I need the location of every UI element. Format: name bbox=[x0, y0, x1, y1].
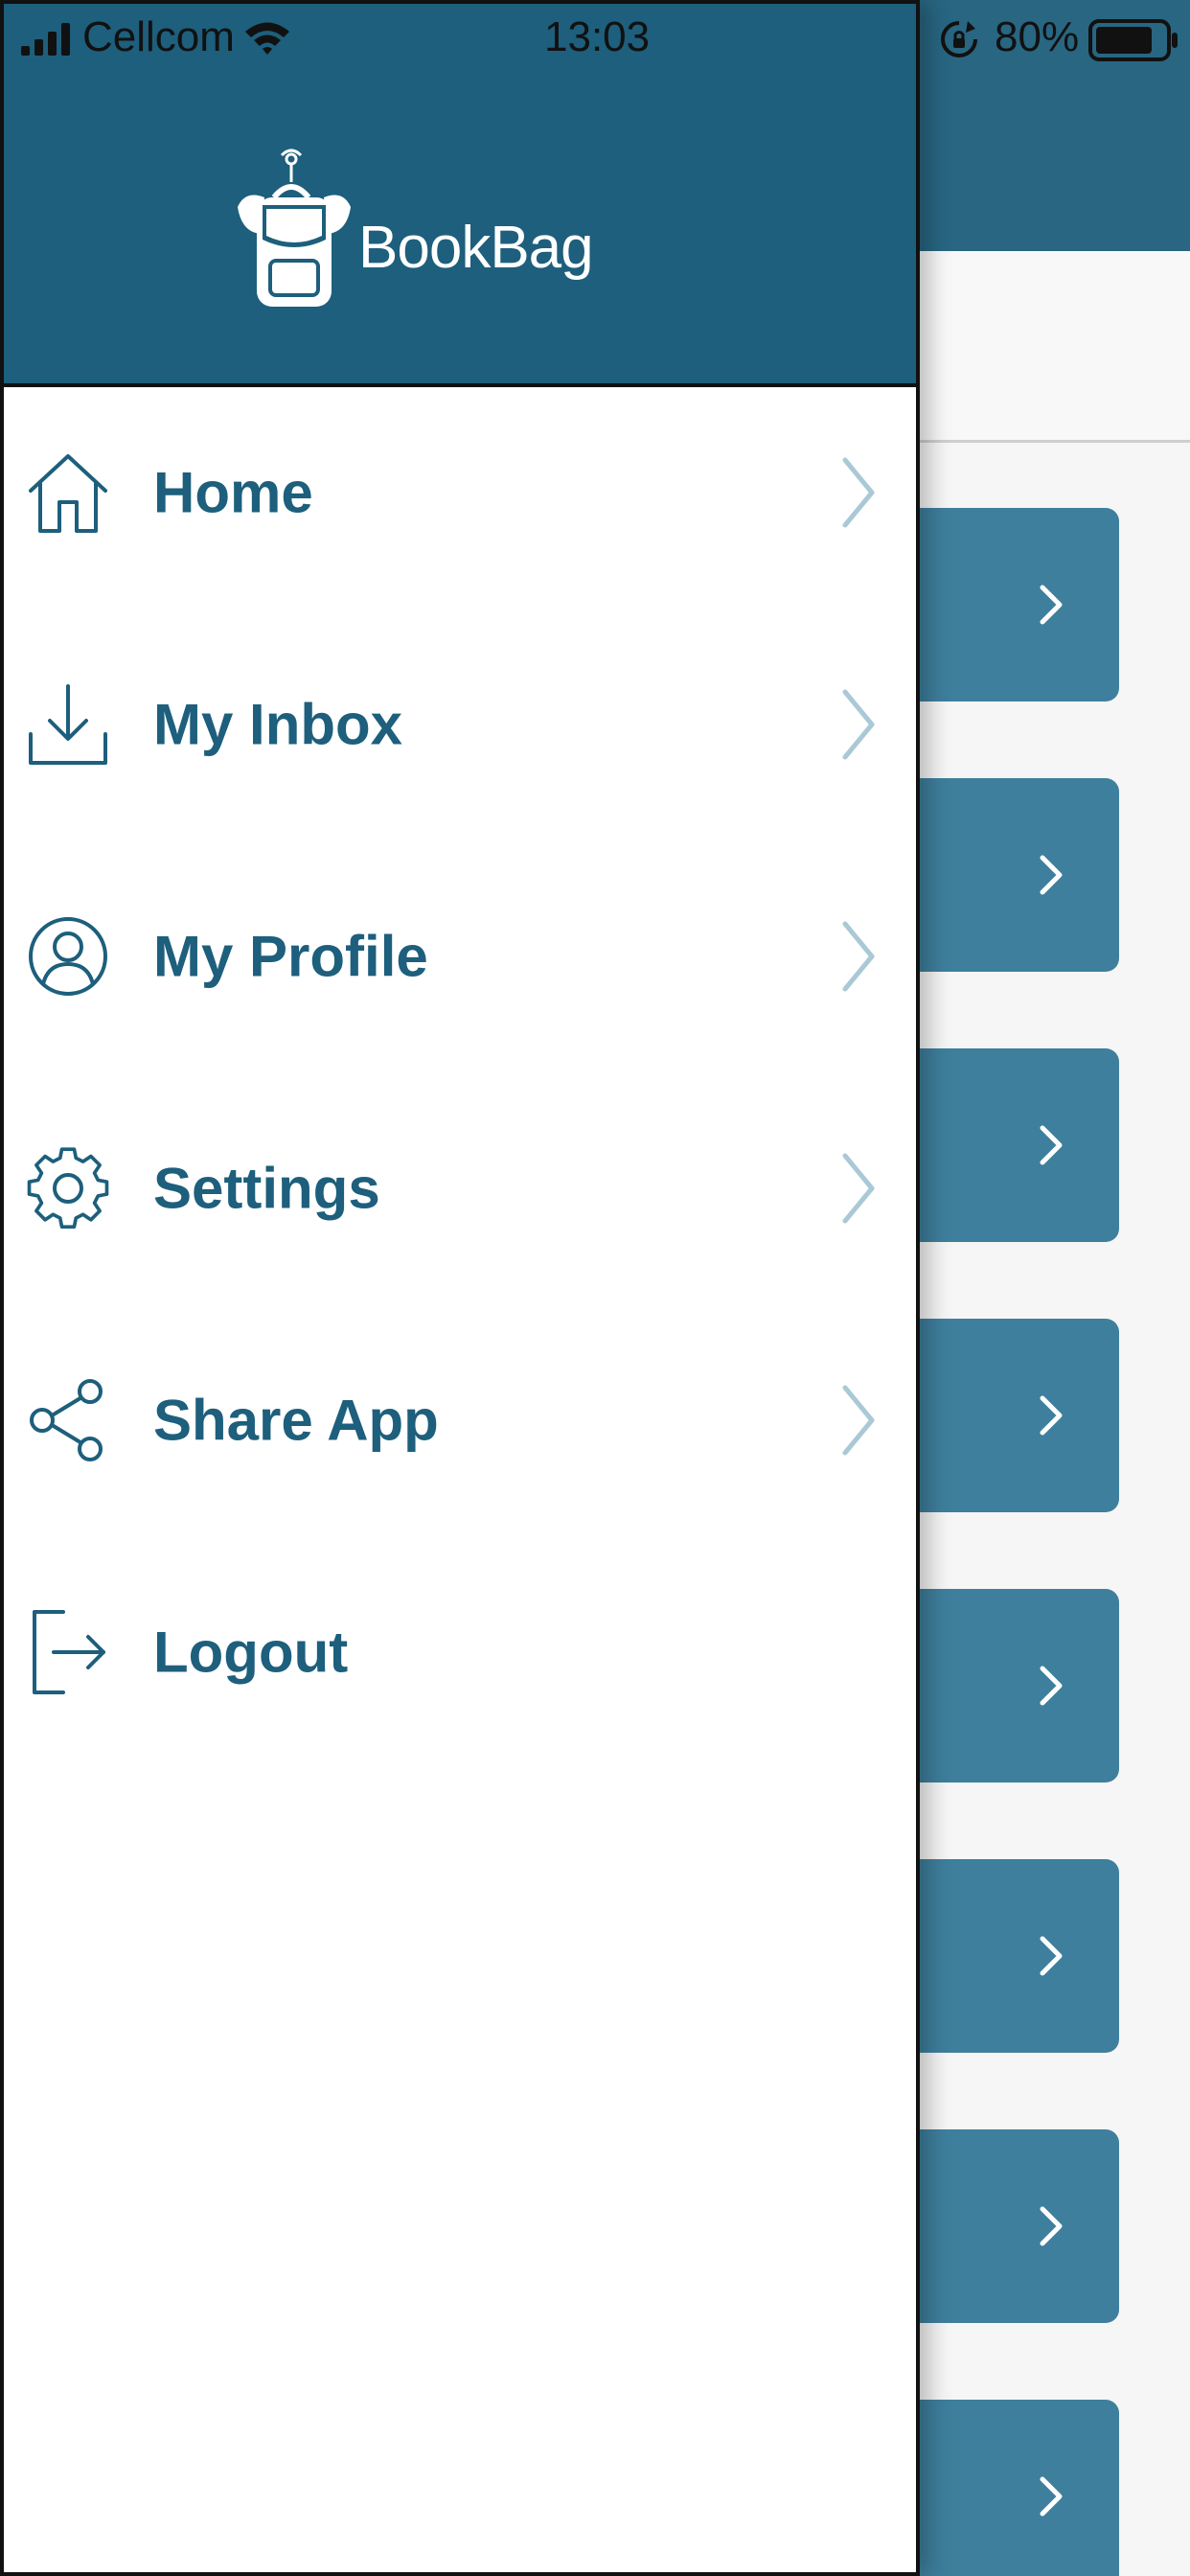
menu-item-label: My Profile bbox=[153, 924, 428, 989]
menu-item-share-app[interactable]: Share App bbox=[4, 1324, 916, 1516]
menu-item-settings[interactable]: Settings bbox=[4, 1092, 916, 1284]
chevron-right-icon bbox=[842, 457, 875, 528]
chevron-right-icon bbox=[1040, 1936, 1063, 1976]
rotation-lock-icon bbox=[941, 21, 977, 58]
signal-icon bbox=[21, 23, 70, 56]
menu-item-label: Logout bbox=[153, 1620, 349, 1685]
chevron-right-icon bbox=[1040, 1125, 1063, 1165]
user-icon bbox=[29, 917, 107, 996]
menu-item-label: Home bbox=[153, 460, 313, 525]
status-bar: Cellcom 13:03 80% bbox=[0, 0, 1190, 77]
menu-item-my-profile[interactable]: My Profile bbox=[4, 861, 916, 1052]
chevron-right-icon bbox=[1040, 855, 1063, 895]
menu-item-label: Share App bbox=[153, 1388, 439, 1453]
chevron-right-icon bbox=[1040, 1395, 1063, 1436]
menu-item-label: Settings bbox=[153, 1156, 380, 1221]
chevron-right-icon bbox=[842, 689, 875, 760]
share-icon bbox=[30, 1379, 103, 1461]
backpack-logo-icon bbox=[238, 149, 351, 307]
chevron-right-icon bbox=[1040, 1666, 1063, 1706]
status-time: 13:03 bbox=[544, 13, 651, 60]
chevron-right-icon bbox=[842, 921, 875, 992]
download-icon bbox=[29, 684, 107, 765]
chevron-right-icon bbox=[842, 1153, 875, 1224]
chevron-right-icon bbox=[1040, 2476, 1063, 2517]
chevron-right-icon bbox=[1040, 2206, 1063, 2246]
gear-icon bbox=[27, 1147, 109, 1230]
brand-logo: BookBag bbox=[232, 148, 594, 310]
menu-item-label: My Inbox bbox=[153, 692, 403, 757]
battery-icon bbox=[1088, 19, 1178, 61]
menu-item-home[interactable]: Home bbox=[4, 397, 916, 588]
brand-name: BookBag bbox=[358, 214, 594, 281]
home-icon bbox=[29, 454, 107, 533]
carrier-name: Cellcom bbox=[82, 13, 235, 60]
wifi-icon bbox=[245, 22, 289, 55]
screen: oads bbox=[0, 0, 1190, 2576]
navigation-drawer: BookBag Home My Inbox My Profile Setting… bbox=[0, 0, 920, 2576]
logout-icon bbox=[33, 1610, 105, 1694]
menu-item-logout[interactable]: Logout bbox=[4, 1556, 916, 1748]
chevron-right-icon bbox=[1040, 585, 1063, 625]
menu-item-my-inbox[interactable]: My Inbox bbox=[4, 629, 916, 820]
chevron-right-icon bbox=[842, 1385, 875, 1456]
battery-percentage: 80% bbox=[995, 13, 1080, 60]
